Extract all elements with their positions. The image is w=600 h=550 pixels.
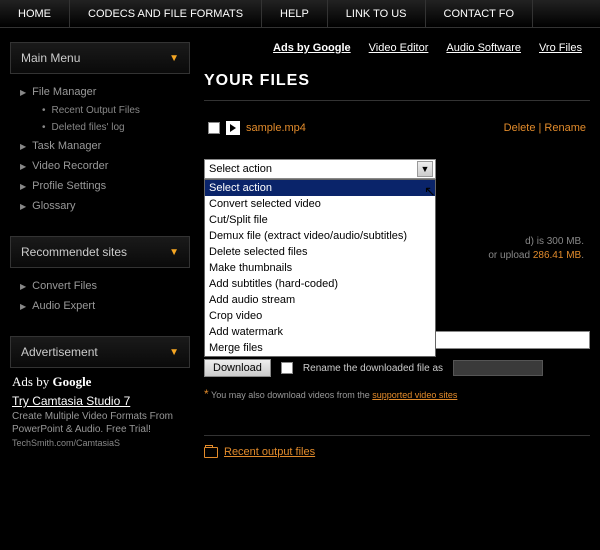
rename-input[interactable] <box>453 360 543 376</box>
caret-icon: ▶ <box>20 142 26 151</box>
nav-help[interactable]: HELP <box>262 0 328 28</box>
play-icon[interactable] <box>226 121 240 135</box>
main-menu-header[interactable]: Main Menu ▼ <box>10 42 190 74</box>
file-name[interactable]: sample.mp4 <box>246 122 306 134</box>
action-select[interactable]: Select action ▼ <box>204 159 436 179</box>
ads-link-audio-software[interactable]: Audio Software <box>446 42 521 54</box>
download-button[interactable]: Download <box>204 359 271 377</box>
caret-icon: ▶ <box>20 282 26 291</box>
option-thumbnails[interactable]: Make thumbnails <box>205 260 435 276</box>
option-audio-stream[interactable]: Add audio stream <box>205 292 435 308</box>
page-title: YOUR FILES <box>204 68 590 101</box>
caret-icon: ▶ <box>20 162 26 171</box>
chevron-down-icon: ▼ <box>169 347 179 358</box>
nav-contact[interactable]: CONTACT FO <box>426 0 533 28</box>
footnote: * You may also download videos from the … <box>204 387 590 401</box>
sidebar-item-video-recorder[interactable]: ▶ Video Recorder <box>20 156 190 176</box>
file-actions: Delete | Rename <box>504 122 586 134</box>
option-cut-split[interactable]: Cut/Split file <box>205 212 435 228</box>
caret-icon: ▶ <box>20 88 26 97</box>
rename-label: Rename the downloaded file as <box>303 363 443 374</box>
sidebar-item-label: Audio Expert <box>32 300 95 312</box>
sidebar-item-label: File Manager <box>32 86 96 98</box>
sidebar-sub-deleted-log[interactable]: Deleted files' log <box>20 119 190 136</box>
upload-remaining: 286.41 MB <box>533 250 581 261</box>
sidebar-item-label: Convert Files <box>32 280 97 292</box>
action-dropdown: Select action Convert selected video Cut… <box>204 179 436 357</box>
asterisk-icon: * <box>204 387 209 401</box>
option-convert[interactable]: Convert selected video <box>205 196 435 212</box>
caret-icon: ▶ <box>20 202 26 211</box>
delete-link[interactable]: Delete <box>504 122 536 134</box>
option-demux[interactable]: Demux file (extract video/audio/subtitle… <box>205 228 435 244</box>
caret-icon: ▶ <box>20 182 26 191</box>
sidebar-item-label: Task Manager <box>32 140 101 152</box>
chevron-down-icon[interactable]: ▼ <box>417 161 433 177</box>
ads-link-video-editor[interactable]: Video Editor <box>369 42 429 54</box>
sidebar-item-label: Glossary <box>32 200 75 212</box>
sidebar-item-glossary[interactable]: ▶ Glossary <box>20 196 190 216</box>
rename-checkbox[interactable] <box>281 362 293 374</box>
supported-sites-link[interactable]: supported video sites <box>372 390 457 400</box>
recommended-header[interactable]: Recommendet sites ▼ <box>10 236 190 268</box>
chevron-down-icon: ▼ <box>169 53 179 64</box>
nav-home[interactable]: HOME <box>0 0 70 28</box>
option-subtitles[interactable]: Add subtitles (hard-coded) <box>205 276 435 292</box>
advertisement-header[interactable]: Advertisement ▼ <box>10 336 190 368</box>
sidebar-item-file-manager[interactable]: ▶ File Manager <box>20 82 190 102</box>
sidebar-item-profile-settings[interactable]: ▶ Profile Settings <box>20 176 190 196</box>
adsense-block: Ads by Google Try Camtasia Studio 7 Crea… <box>10 368 190 454</box>
folder-icon <box>204 447 218 458</box>
option-merge[interactable]: Merge files <box>205 340 435 356</box>
caret-icon: ▶ <box>20 302 26 311</box>
ad-title[interactable]: Try Camtasia Studio 7 <box>12 394 188 408</box>
ads-by-google-label: Ads by Google <box>12 374 188 390</box>
sidebar-item-audio-expert[interactable]: ▶ Audio Expert <box>20 296 190 316</box>
ad-url[interactable]: TechSmith.com/CamtasiaS <box>12 438 188 448</box>
option-crop[interactable]: Crop video <box>205 308 435 324</box>
sidebar-item-task-manager[interactable]: ▶ Task Manager <box>20 136 190 156</box>
main-content: Ads by Google Video Editor Audio Softwar… <box>190 28 600 458</box>
chevron-down-icon: ▼ <box>169 247 179 258</box>
rename-link[interactable]: Rename <box>544 122 586 134</box>
top-nav: HOME CODECS AND FILE FORMATS HELP LINK T… <box>0 0 600 28</box>
action-area: Select action ▼ Select action Convert se… <box>204 159 590 263</box>
file-checkbox[interactable] <box>208 122 220 134</box>
ads-by-google-link[interactable]: Ads by Google <box>273 42 351 54</box>
sidebar-item-convert-files[interactable]: ▶ Convert Files <box>20 276 190 296</box>
ads-link-row: Ads by Google Video Editor Audio Softwar… <box>204 38 590 68</box>
sidebar-item-label: Profile Settings <box>32 180 106 192</box>
nav-link-to-us[interactable]: LINK TO US <box>328 0 426 28</box>
ads-link-vro-files[interactable]: Vro Files <box>539 42 582 54</box>
option-select-action[interactable]: Select action <box>205 180 435 196</box>
recent-output-link[interactable]: Recent output files <box>224 446 315 458</box>
option-watermark[interactable]: Add watermark <box>205 324 435 340</box>
sidebar-item-label: Video Recorder <box>32 160 108 172</box>
main-menu-label: Main Menu <box>21 51 80 65</box>
sidebar-sub-recent-output[interactable]: Recent Output Files <box>20 102 190 119</box>
sidebar: Main Menu ▼ ▶ File Manager Recent Output … <box>0 28 190 458</box>
option-delete[interactable]: Delete selected files <box>205 244 435 260</box>
select-value: Select action <box>209 163 272 175</box>
recommended-label: Recommendet sites <box>21 245 127 259</box>
file-row: sample.mp4 Delete | Rename <box>204 101 590 153</box>
nav-codecs[interactable]: CODECS AND FILE FORMATS <box>70 0 262 28</box>
advertisement-label: Advertisement <box>21 345 98 359</box>
ad-description: Create Multiple Video Formats From Power… <box>12 410 188 436</box>
